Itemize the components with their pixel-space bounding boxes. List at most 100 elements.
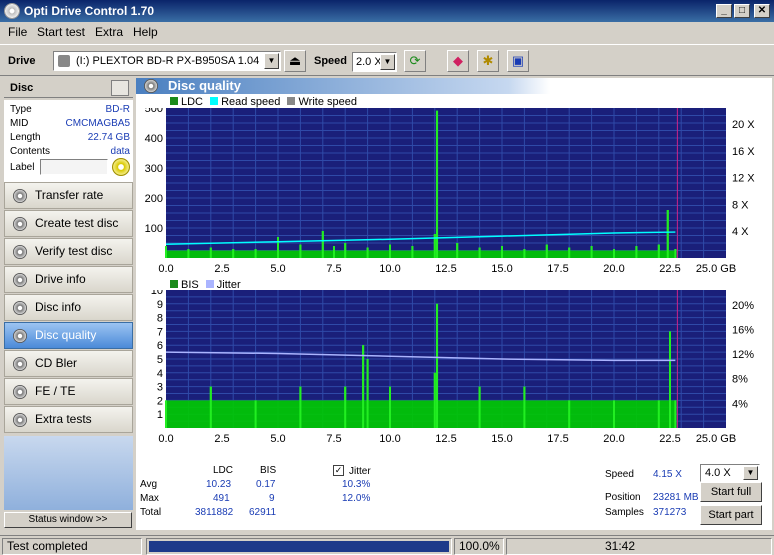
- x-tick-label: 12.5: [435, 263, 456, 275]
- y2-tick-label: 8%: [732, 374, 748, 386]
- erase-icon[interactable]: ◆: [447, 50, 469, 72]
- samples-label: Samples: [605, 507, 644, 518]
- start-part-button[interactable]: Start part: [700, 505, 762, 525]
- chevron-down-icon[interactable]: ▼: [380, 54, 395, 70]
- ldc-spike: [344, 243, 347, 258]
- chevron-down-icon[interactable]: ▼: [743, 466, 758, 480]
- nav-disc-info[interactable]: Disc info: [4, 294, 133, 321]
- close-button[interactable]: ✕: [754, 4, 770, 18]
- ldc-spike: [389, 244, 391, 258]
- nav-extra-tests[interactable]: Extra tests: [4, 406, 133, 433]
- left-panel: Disc Type BD-R MID CMCMAGBA5 Length 22.7…: [2, 78, 133, 530]
- ldc-spike: [666, 210, 669, 258]
- ldc-spike: [568, 247, 571, 258]
- test-speed-select[interactable]: 4.0 X ▼: [700, 464, 760, 482]
- disc-icon: [13, 273, 27, 287]
- nav-transfer-rate[interactable]: Transfer rate: [4, 182, 133, 209]
- disc-panel-toggle[interactable]: [111, 80, 129, 96]
- y-tick-label: 1: [157, 409, 163, 421]
- y-tick-label: 10: [151, 290, 163, 297]
- length-value: 22.74 GB: [87, 132, 130, 143]
- speed-stat-value: 4.15 X: [653, 469, 682, 480]
- x-tick-label: 7.5: [326, 263, 341, 275]
- bis-spike: [568, 400, 571, 428]
- chevron-down-icon[interactable]: ▼: [264, 53, 279, 69]
- bis-spike: [657, 400, 660, 428]
- bis-spike: [344, 386, 347, 428]
- x-tick-label: 20.0: [603, 433, 624, 445]
- refresh-icon[interactable]: ⟳: [404, 50, 426, 72]
- stats-panel: LDC BIS ✓ Jitter Avg 10.23 0.17 10.3% Ma…: [136, 448, 772, 530]
- y-tick-label: 500: [145, 108, 163, 115]
- menu-help[interactable]: Help: [133, 25, 158, 39]
- bis-spike: [254, 400, 257, 428]
- minimize-button[interactable]: _: [716, 4, 732, 18]
- bis-spike: [299, 386, 302, 428]
- bis-spike: [523, 386, 526, 428]
- drive-icon: [58, 55, 70, 67]
- disc-label-icon[interactable]: [112, 158, 130, 176]
- progress-fill: [149, 541, 449, 552]
- x-tick-label: 0.0: [158, 433, 173, 445]
- nav-cd-bler[interactable]: CD Bler: [4, 350, 133, 377]
- bis-spike: [669, 331, 671, 428]
- y-tick-label: 200: [145, 193, 163, 205]
- nav-disc-quality[interactable]: Disc quality: [4, 322, 133, 349]
- settings-icon[interactable]: ✱: [477, 50, 499, 72]
- menu-file[interactable]: File: [8, 25, 27, 39]
- nav-drive-info[interactable]: Drive info: [4, 266, 133, 293]
- status-window-button[interactable]: Status window >>: [4, 512, 132, 528]
- y-tick-label: 5: [157, 354, 163, 366]
- nav-verify-test-disc[interactable]: Verify test disc: [4, 238, 133, 265]
- mid-label: MID: [10, 118, 29, 129]
- nav-label: Create test disc: [35, 216, 119, 230]
- bis-jitter-chart: 123456789104%8%12%16%20%0.0 2.5 5.0 7.5 10.0…: [151, 290, 754, 445]
- section-title: Disc quality: [168, 78, 241, 93]
- ldc-swatch: [170, 97, 178, 105]
- status-time: 31:42: [506, 538, 772, 555]
- start-full-button[interactable]: Start full: [700, 482, 762, 502]
- status-percent: 100.0%: [454, 538, 504, 555]
- ldc-spike: [254, 249, 257, 258]
- label-label: Label: [10, 162, 35, 173]
- eject-button[interactable]: ⏏: [284, 50, 306, 72]
- label-field[interactable]: [40, 159, 108, 175]
- maximize-button[interactable]: □: [734, 4, 750, 18]
- disc-icon: [13, 189, 27, 203]
- bis-base-area: [166, 400, 676, 428]
- bis-spike: [613, 400, 615, 428]
- nav-create-test-disc[interactable]: Create test disc: [4, 210, 133, 237]
- contents-value: data: [110, 146, 130, 157]
- type-value: BD-R: [105, 104, 130, 115]
- ldc-spike: [613, 249, 615, 258]
- y2-tick-label: 20%: [732, 300, 754, 312]
- x-tick-label: 22.5: [659, 433, 680, 445]
- ldc-legend-label: LDC: [181, 96, 204, 108]
- ldc-spike: [411, 246, 414, 258]
- save-icon[interactable]: ▣: [507, 50, 529, 72]
- disc-header-label: Disc: [10, 82, 34, 94]
- jitter-checkbox[interactable]: ✓: [333, 465, 344, 476]
- speed-select[interactable]: 2.0 X ▼: [352, 52, 397, 72]
- section-header: Disc quality: [136, 78, 550, 94]
- ldc-spike: [456, 243, 459, 258]
- status-text: Test completed: [2, 538, 142, 555]
- max-label: Max: [140, 493, 159, 504]
- speed-stat-label: Speed: [605, 469, 634, 480]
- y2-tick-label: 4 X: [732, 226, 749, 238]
- nav-fe-te[interactable]: FE / TE: [4, 378, 133, 405]
- menu-extra[interactable]: Extra: [95, 25, 123, 39]
- nav-label: FE / TE: [35, 384, 76, 398]
- disc-panel-header: Disc: [4, 78, 133, 98]
- nav-label: Drive info: [35, 272, 86, 286]
- position-value: 23281 MB: [653, 492, 699, 503]
- ldc-spike: [366, 247, 369, 258]
- drive-select[interactable]: (I:) PLEXTOR BD-R PX-B950SA 1.04 ▼: [53, 51, 281, 71]
- title-bar: Opti Drive Control 1.70 _ □ ✕: [0, 0, 774, 22]
- total-ldc: 3811882: [195, 507, 234, 518]
- bis-spike: [478, 386, 481, 428]
- menu-start-test[interactable]: Start test: [37, 25, 85, 39]
- y-tick-label: 7: [157, 326, 163, 338]
- window-title: Opti Drive Control 1.70: [24, 4, 155, 18]
- y-tick-label: 300: [145, 163, 163, 175]
